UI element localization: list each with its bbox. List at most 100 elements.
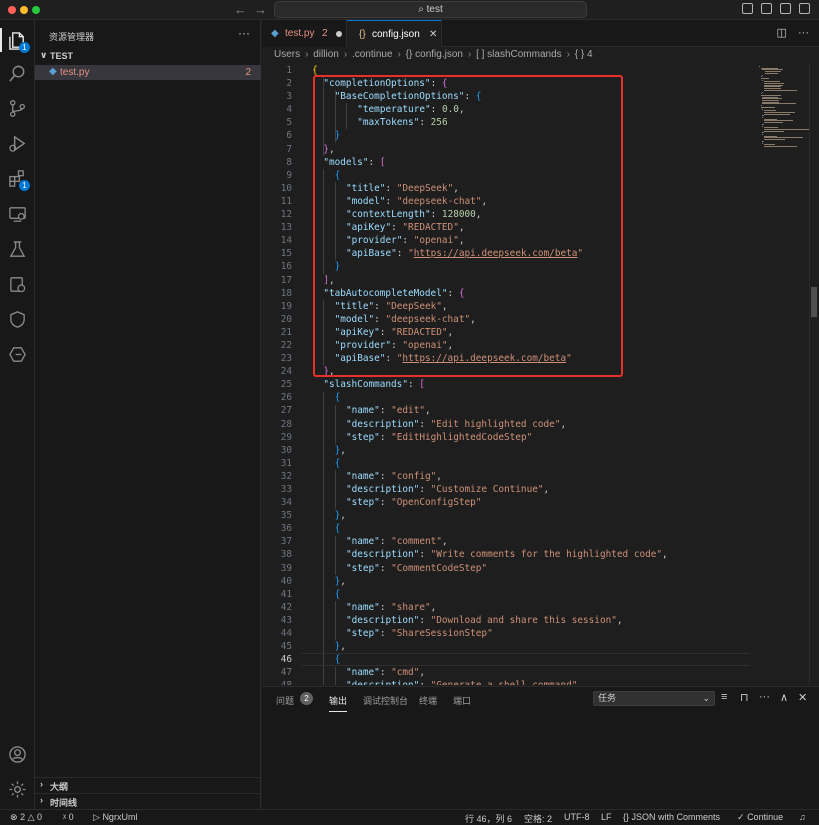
problems-badge: 2 xyxy=(300,692,313,705)
editor-tabs: ◆ test.py 2 {} config.json ✕ ◫ ··· xyxy=(262,20,819,47)
close-panel-icon[interactable]: ✕ xyxy=(798,691,807,704)
remote-label: NgrxUml xyxy=(102,812,138,822)
line-number: 14 xyxy=(280,235,292,247)
more-actions-icon[interactable]: ··· xyxy=(798,27,809,39)
line-text: "description": "Customize Continue", xyxy=(345,484,550,495)
cursor-position[interactable]: 行 46，列 6 xyxy=(465,812,512,825)
line-number: 29 xyxy=(280,431,292,443)
tab-output[interactable]: 输出 xyxy=(329,694,348,712)
tab-test-py[interactable]: ◆ test.py 2 xyxy=(262,20,347,47)
minimap-line xyxy=(765,72,779,74)
breadcrumb-separator: › xyxy=(467,49,472,60)
maximize-panel-icon[interactable]: ∧ xyxy=(780,691,788,704)
minimize-window-button[interactable] xyxy=(20,6,28,14)
split-editor-icon[interactable]: ◫ xyxy=(777,27,787,39)
lock-icon[interactable]: ⊓ xyxy=(740,691,749,704)
warning-icon: △ xyxy=(27,812,35,822)
close-window-button[interactable] xyxy=(8,6,16,14)
breadcrumb-item[interactable]: [ ] slashCommands xyxy=(476,49,562,60)
editor-scrollbar[interactable] xyxy=(809,63,819,685)
file-test-py[interactable]: ◆ test.py 2 xyxy=(35,65,261,80)
folder-test[interactable]: ∨ TEST xyxy=(35,50,261,64)
line-text: "name": "cmd", xyxy=(345,667,426,679)
close-tab-icon[interactable]: ✕ xyxy=(429,21,437,48)
tab-terminal[interactable]: 终端 xyxy=(419,694,437,707)
timeline-section[interactable]: › 时间线 xyxy=(35,793,261,808)
outline-section[interactable]: › 大纲 xyxy=(35,777,261,792)
line-number: 12 xyxy=(280,209,292,221)
line-text: "name": "share", xyxy=(345,601,437,613)
toggle-panel-icon[interactable] xyxy=(761,3,772,14)
line-number: 4 xyxy=(286,104,292,116)
command-center-search[interactable]: ⌕ test xyxy=(274,1,587,18)
toggle-primary-sidebar-icon[interactable] xyxy=(742,3,753,14)
run-debug-icon[interactable] xyxy=(7,133,28,154)
line-number: 1 xyxy=(286,65,292,76)
line-number: 8 xyxy=(286,156,292,168)
json-file-icon: {} xyxy=(359,29,366,40)
modified-dot-icon[interactable] xyxy=(336,31,342,37)
continue-label: Continue xyxy=(747,812,784,822)
notifications-bell-icon[interactable]: ♫ xyxy=(799,812,806,822)
line-text: "description": "Write comments for the h… xyxy=(345,549,668,561)
breadcrumb-item[interactable]: Users xyxy=(274,49,300,60)
check-icon: ✓ xyxy=(737,812,745,822)
line-number: 35 xyxy=(280,510,292,522)
zoom-window-button[interactable] xyxy=(32,6,40,14)
problems-status[interactable]: ⊗ 2 △ 0 xyxy=(10,812,42,823)
line-text: "step": "EditHighlightedCodeStep" xyxy=(345,431,533,443)
testing-icon[interactable] xyxy=(7,239,28,260)
minimap-line xyxy=(763,122,783,124)
more-actions-icon[interactable]: ··· xyxy=(759,691,770,703)
search-icon: ⌕ xyxy=(418,4,424,15)
list-filter-icon[interactable]: ≡ xyxy=(721,691,727,703)
title-bar: ← → ⌕ test xyxy=(0,0,819,20)
extensions-icon[interactable]: 1 xyxy=(7,168,30,191)
ports-status[interactable]: ᵡ 0 xyxy=(63,812,74,822)
back-arrow-icon[interactable]: ← xyxy=(234,2,247,17)
toggle-secondary-sidebar-icon[interactable] xyxy=(780,3,791,14)
language-mode[interactable]: {} JSON with Comments xyxy=(623,812,720,822)
remote-status[interactable]: ▷ NgrxUml xyxy=(93,812,137,823)
code-editor[interactable]: 1{2 "completionOptions": {3 "BaseComplet… xyxy=(262,63,750,685)
explorer-icon[interactable]: 1 xyxy=(7,30,30,53)
tab-problems[interactable]: 问题 xyxy=(276,694,294,707)
tab-debug-console[interactable]: 调试控制台 xyxy=(363,694,408,707)
line-number: 23 xyxy=(280,353,292,365)
gear-icon[interactable] xyxy=(7,779,28,800)
minimap[interactable] xyxy=(751,63,809,685)
tab-ports[interactable]: 端口 xyxy=(453,694,471,707)
continue-icon[interactable] xyxy=(7,344,28,365)
source-control-icon[interactable] xyxy=(7,98,28,119)
search-icon[interactable] xyxy=(7,63,28,84)
breadcrumb-item[interactable]: { } 4 xyxy=(575,49,593,60)
minimap-line xyxy=(763,130,784,132)
line-text: "name": "edit", xyxy=(345,405,431,417)
line-number: 44 xyxy=(280,628,292,640)
customize-layout-icon[interactable] xyxy=(799,3,810,14)
breadcrumb-item[interactable]: .continue xyxy=(352,49,393,60)
container-icon[interactable] xyxy=(7,274,28,295)
line-number: 27 xyxy=(280,405,292,417)
line-text: "step": "OpenConfigStep" xyxy=(345,497,482,509)
line-number: 7 xyxy=(286,143,292,155)
encoding[interactable]: UTF-8 xyxy=(564,812,590,822)
output-channel-select[interactable]: 任务 ⌄ xyxy=(593,691,715,706)
account-icon[interactable] xyxy=(7,744,28,765)
continue-status[interactable]: ✓ Continue xyxy=(737,812,783,823)
tab-config-json[interactable]: {} config.json ✕ xyxy=(347,20,442,47)
minimap-line xyxy=(763,139,785,141)
indentation[interactable]: 空格: 2 xyxy=(524,812,552,825)
breadcrumb-item[interactable]: dillion xyxy=(313,49,339,60)
shield-icon[interactable] xyxy=(7,309,28,330)
remote-explorer-icon[interactable] xyxy=(7,204,28,225)
more-actions-icon[interactable]: ··· xyxy=(238,26,250,40)
breadcrumb-item[interactable]: {} config.json xyxy=(406,49,463,60)
line-number: 25 xyxy=(280,379,292,391)
line-number: 21 xyxy=(280,326,292,338)
scrollbar-thumb[interactable] xyxy=(811,287,817,317)
error-icon: ⊗ xyxy=(10,812,18,822)
end-of-line[interactable]: LF xyxy=(601,812,612,822)
forward-arrow-icon[interactable]: → xyxy=(254,2,267,17)
line-number: 17 xyxy=(280,274,292,286)
